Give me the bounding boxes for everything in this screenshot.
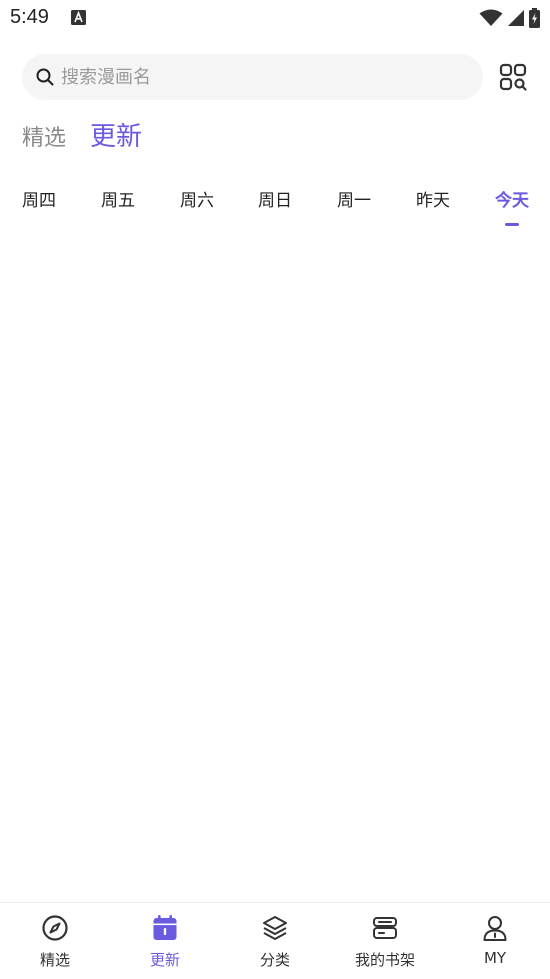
comic-list-area (0, 232, 550, 902)
search-row (0, 54, 550, 100)
day-tabs: 周四 周五 周六 周日 周一 昨天 今天 (0, 186, 550, 230)
tab-updates[interactable]: 更新 (90, 116, 142, 153)
status-time: 5:49 (10, 6, 49, 28)
day-tab-friday[interactable]: 周五 (93, 186, 143, 211)
compass-icon (40, 913, 70, 943)
day-tab-monday[interactable]: 周一 (329, 186, 379, 211)
status-icons (479, 8, 540, 28)
day-tab-indicator (505, 223, 519, 226)
search-input[interactable] (61, 66, 441, 88)
calendar-icon (150, 913, 180, 943)
nav-label-featured: 精选 (39, 951, 70, 969)
status-bar: 5:49 (0, 0, 550, 38)
tab-featured[interactable]: 精选 (22, 120, 66, 152)
signal-icon (508, 10, 524, 26)
wifi-icon (479, 9, 503, 26)
day-tab-sunday[interactable]: 周日 (250, 186, 300, 211)
notification-a-icon (71, 10, 86, 25)
day-tab-today[interactable]: 今天 (487, 186, 537, 211)
bookshelf-icon (370, 913, 400, 943)
nav-label-bookshelf: 我的书架 (354, 951, 415, 969)
day-tab-yesterday[interactable]: 昨天 (408, 186, 458, 211)
search-box[interactable] (22, 54, 483, 100)
nav-item-bookshelf[interactable]: 我的书架 (330, 903, 440, 979)
nav-item-updates[interactable]: 更新 (110, 903, 220, 979)
search-icon (35, 67, 55, 87)
nav-item-featured[interactable]: 精选 (0, 903, 110, 979)
battery-charging-icon (529, 8, 540, 28)
nav-item-my[interactable]: MY (440, 903, 550, 979)
day-tab-saturday[interactable]: 周六 (172, 186, 222, 211)
day-tab-thursday[interactable]: 周四 (14, 186, 64, 211)
layers-icon (260, 913, 290, 943)
scan-grid-icon[interactable] (498, 62, 528, 92)
nav-label-updates: 更新 (149, 951, 180, 969)
user-icon (480, 913, 510, 943)
bottom-nav: 精选 更新 分类 我的书架 MY (0, 902, 550, 979)
nav-label-categories: 分类 (259, 951, 290, 969)
nav-label-my: MY (483, 949, 507, 967)
top-tabs: 精选 更新 (22, 116, 142, 153)
nav-item-categories[interactable]: 分类 (220, 903, 330, 979)
